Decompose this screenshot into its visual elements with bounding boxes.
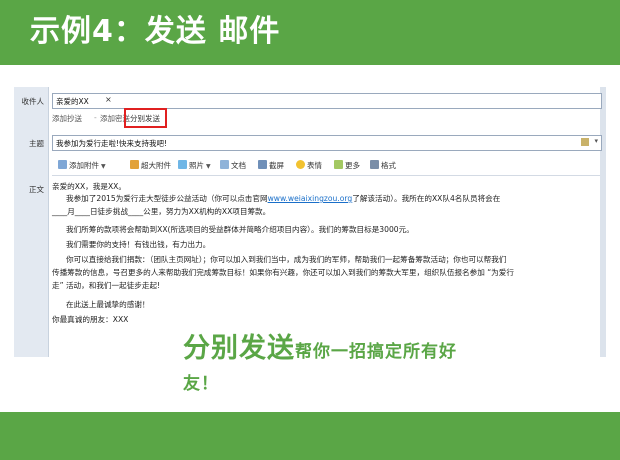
email-body[interactable]: 亲爱的XX，我是XX。 我参加了2015为爱行走大型徒步公益活动（你可以点击官网…	[52, 181, 600, 353]
compose-toolbar: 添加附件 ▼ 超大附件 照片 ▼ 文档 截屏 表情 更多 格式	[52, 157, 600, 176]
format-label: 格式	[381, 161, 396, 170]
screenshot-label: 截屏	[269, 161, 284, 170]
more-label: 更多	[345, 161, 360, 170]
send-separately-link[interactable]: 分别发送	[130, 113, 160, 124]
format-icon	[370, 160, 379, 169]
document-button[interactable]: 文档	[220, 160, 246, 172]
body-text: 我参加了2015为爱行走大型徒步公益活动（你可以点击官网	[66, 194, 268, 203]
priority-icon[interactable]	[581, 138, 589, 146]
overlay-caption: 分别发送帮你一招搞定所有好 友！	[183, 333, 583, 400]
emoji-button[interactable]: 表情	[296, 160, 322, 172]
send-separately-highlight[interactable]: 分别发送	[124, 108, 167, 128]
document-label: 文档	[231, 161, 246, 170]
paperclip-icon	[58, 160, 67, 169]
body-line: 我们所筹的款项将会帮助到XX(所选项目的受益群体并简略介绍项目内容）。我们的筹款…	[66, 225, 414, 234]
body-line: 传播筹款的信息，号召更多的人来帮助我们完成筹款目标！如果你有兴趣，你还可以加入到…	[52, 268, 514, 277]
recipient-field[interactable]: 亲爱的XX ×	[52, 93, 602, 109]
caption-text: 帮你一招搞定所有好	[295, 342, 457, 362]
body-line: ____月____日徒步挑战____公里，努力为XX机构的XX项目筹款。	[52, 207, 271, 216]
body-line: 在此送上最诚挚的感谢！	[66, 300, 150, 309]
large-attachment-label: 超大附件	[141, 161, 171, 170]
body-line: 你最真诚的朋友：XXX	[52, 315, 129, 324]
caption-highlight: 分别发送	[183, 333, 295, 364]
more-icon	[334, 160, 343, 169]
chevron-down-icon[interactable]: ▼	[101, 163, 106, 170]
emoji-icon	[296, 160, 305, 169]
body-text: 了解该活动）。我所在的XX队4名队员将会在	[352, 194, 501, 203]
subject-field[interactable]: 我参加为爱行走啦!快来支持我吧! ▾	[52, 135, 602, 151]
document-icon	[220, 160, 229, 169]
chevron-down-icon[interactable]: ▾	[594, 137, 598, 145]
body-line: 你可以直接给我们捐款：（团队主页网址）；你可以加入到我们当中，成为我们的军师，帮…	[66, 255, 507, 264]
slide-footer-bar	[0, 412, 620, 460]
body-line: 亲爱的XX，我是XX。	[52, 182, 126, 191]
remove-recipient-icon[interactable]: ×	[105, 95, 112, 104]
official-site-link[interactable]: www.weiaixingzou.org	[268, 194, 353, 203]
subject-label: 主题	[29, 139, 44, 148]
photo-button[interactable]: 照片 ▼	[178, 160, 211, 172]
body-line: 走” 活动，和我们一起徒步走起!	[52, 281, 161, 290]
large-attachment-icon	[130, 160, 139, 169]
emoji-label: 表情	[307, 161, 322, 170]
body-line: 我们需要你的支持！有钱出钱，有力出力。	[66, 240, 211, 249]
caption-text-line2: 友！	[183, 374, 219, 394]
large-attachment-button[interactable]: 超大附件	[130, 160, 171, 172]
screenshot-button[interactable]: 截屏	[258, 160, 284, 172]
compose-right-edge	[600, 87, 606, 357]
add-cc-link[interactable]: 添加抄送	[52, 113, 82, 124]
recipient-label: 收件人	[21, 97, 45, 106]
compose-label-column	[14, 87, 49, 357]
subject-value: 我参加为爱行走啦!快来支持我吧!	[56, 139, 168, 148]
link-separator: -	[94, 113, 97, 122]
body-label: 正文	[29, 185, 44, 194]
recipient-chip[interactable]: 亲爱的XX	[56, 96, 89, 107]
photo-icon	[178, 160, 187, 169]
more-button[interactable]: 更多	[334, 160, 360, 172]
slide-title: 示例4：发送 邮件	[30, 14, 281, 49]
screenshot-icon	[258, 160, 267, 169]
format-button[interactable]: 格式	[370, 160, 396, 172]
email-compose-screenshot: 收件人 亲爱的XX × 添加抄送 - 添加密送 分别发送 主题 我参加为爱行走啦…	[14, 87, 606, 357]
add-attachment-label: 添加附件	[69, 161, 99, 170]
body-line: 我参加了2015为爱行走大型徒步公益活动（你可以点击官网www.weiaixin…	[66, 193, 500, 205]
add-attachment-button[interactable]: 添加附件 ▼	[58, 160, 106, 172]
chevron-down-icon[interactable]: ▼	[206, 163, 211, 170]
photo-label: 照片	[189, 161, 204, 170]
slide-header-bar: 示例4：发送 邮件	[0, 0, 620, 65]
